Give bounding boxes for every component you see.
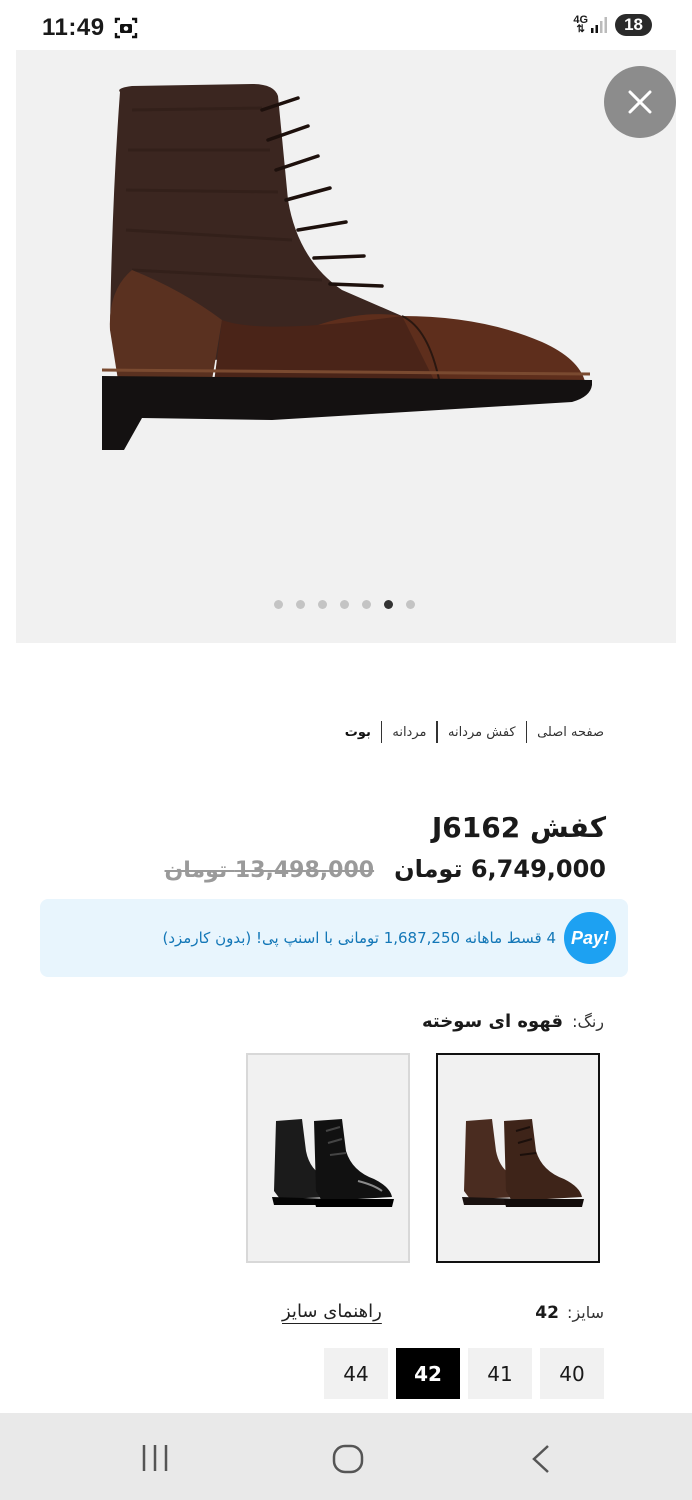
black-boot-thumbnail: [272, 1119, 394, 1207]
product-image: [102, 84, 592, 450]
gallery-dot[interactable]: [362, 600, 371, 609]
breadcrumb-separator: [380, 721, 383, 743]
gallery-dot[interactable]: [318, 600, 327, 609]
signal-icon: [591, 17, 608, 33]
breadcrumb-men-shoes[interactable]: کفش مردانه: [448, 725, 516, 740]
snappay-text: 4 قسط ماهانه 1,687,250 تومانی با اسنپ پی…: [162, 929, 557, 947]
system-navigation-bar: [0, 1413, 692, 1500]
home-icon: [332, 1444, 364, 1474]
network-indicator: 4G ⇅: [573, 15, 608, 35]
status-bar: 11:49 4G ⇅ 18: [0, 0, 692, 50]
color-label: رنگ:: [572, 1012, 604, 1031]
price-row: 6,749,000 تومان 13,498,000 تومان: [165, 855, 606, 883]
old-price: 13,498,000 تومان: [164, 858, 375, 883]
size-value: 42: [535, 1303, 559, 1323]
size-option-44[interactable]: 44: [324, 1348, 388, 1399]
product-details: صفحه اصلی کفش مردانه مردانه بوت کفش J616…: [16, 643, 676, 1399]
size-guide-link[interactable]: راهنمای سایز: [282, 1301, 382, 1322]
gallery-dot[interactable]: [384, 600, 393, 609]
battery-indicator: 18: [615, 14, 652, 36]
snappay-logo: Pay!: [564, 912, 616, 964]
recent-apps-icon: [142, 1445, 168, 1471]
current-price: 6,749,000 تومان: [394, 855, 606, 883]
recent-apps-button[interactable]: [140, 1443, 170, 1477]
home-button[interactable]: [332, 1443, 364, 1479]
status-time: 11:49: [42, 14, 105, 41]
brown-boot-thumbnail: [462, 1119, 584, 1207]
color-option-black[interactable]: [246, 1053, 410, 1263]
product-gallery[interactable]: [16, 50, 676, 643]
color-option-brown[interactable]: [436, 1053, 600, 1263]
back-button[interactable]: [528, 1443, 556, 1479]
breadcrumb-separator: [525, 721, 528, 743]
breadcrumb: صفحه اصلی کفش مردانه مردانه بوت: [345, 721, 604, 743]
color-selection-label: رنگ: قهوه ای سوخته: [422, 1011, 604, 1032]
breadcrumb-boot: بوت: [344, 724, 371, 740]
gallery-dot[interactable]: [296, 600, 305, 609]
size-option-41[interactable]: 41: [468, 1348, 532, 1399]
gallery-pagination: [274, 600, 415, 609]
gallery-dot[interactable]: [274, 600, 283, 609]
screenshot-icon: [114, 17, 138, 43]
size-option-42[interactable]: 42: [396, 1348, 460, 1399]
back-icon: [532, 1445, 549, 1473]
close-icon: [628, 90, 652, 114]
status-indicators: 4G ⇅ 18: [573, 14, 652, 36]
size-option-40[interactable]: 40: [540, 1348, 604, 1399]
gallery-dot[interactable]: [340, 600, 349, 609]
gallery-dot[interactable]: [406, 600, 415, 609]
breadcrumb-men[interactable]: مردانه: [392, 725, 426, 740]
snappay-installment-banner[interactable]: Pay! 4 قسط ماهانه 1,687,250 تومانی با اس…: [40, 899, 628, 977]
breadcrumb-separator: [436, 721, 438, 743]
close-button[interactable]: [604, 66, 676, 138]
breadcrumb-home[interactable]: صفحه اصلی: [537, 725, 604, 740]
color-value: قهوه ای سوخته: [422, 1011, 564, 1032]
product-title: کفش J6162: [431, 811, 606, 844]
size-label: سایز:: [567, 1303, 604, 1322]
size-selection-label: سایز: 42: [535, 1303, 604, 1323]
